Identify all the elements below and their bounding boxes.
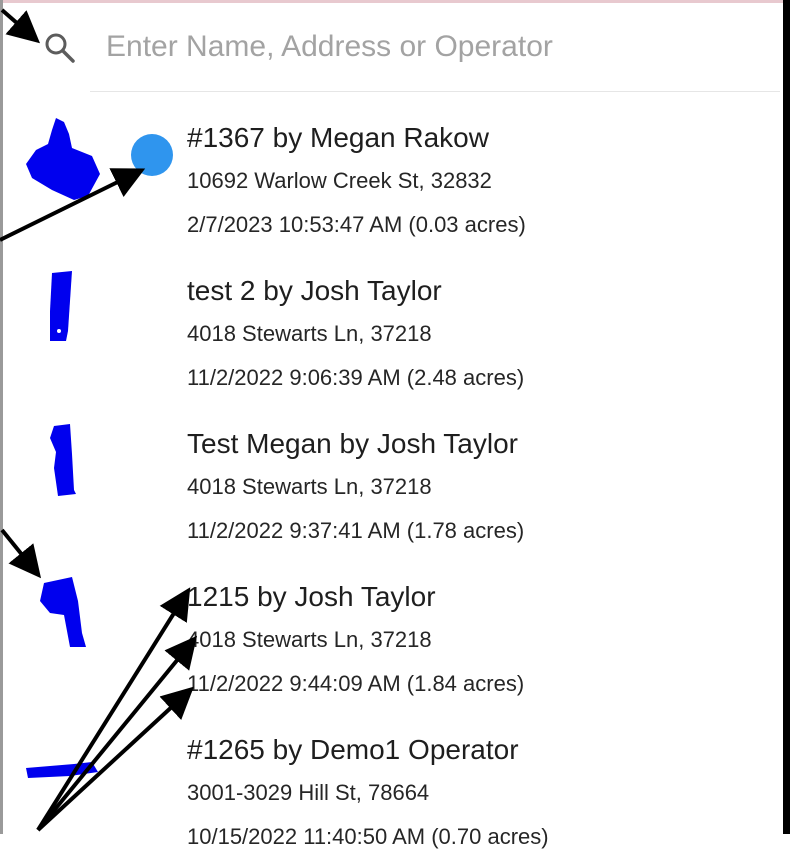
- list-item[interactable]: 1215 by Josh Taylor 4018 Stewarts Ln, 37…: [0, 559, 783, 712]
- list-item[interactable]: #1265 by Demo1 Operator 3001-3029 Hill S…: [0, 712, 783, 865]
- item-address: 4018 Stewarts Ln, 37218: [187, 627, 432, 652]
- list-item[interactable]: #1367 by Megan Rakow 10692 Warlow Creek …: [0, 100, 783, 253]
- selected-indicator: [131, 134, 173, 176]
- item-meta: 11/2/2022 9:44:09 AM (1.84 acres): [187, 671, 525, 696]
- search-divider: [90, 91, 780, 92]
- window-right-border: [783, 0, 790, 834]
- search-bar: [0, 0, 783, 92]
- item-address: 4018 Stewarts Ln, 37218: [187, 474, 432, 499]
- item-address: 10692 Warlow Creek St, 32832: [187, 168, 492, 193]
- field-polygon-thumbnail: [50, 424, 76, 496]
- field-polygon-thumbnail: [40, 577, 86, 647]
- item-meta: 10/15/2022 11:40:50 AM (0.70 acres): [187, 824, 549, 849]
- item-meta: 11/2/2022 9:37:41 AM (1.78 acres): [187, 518, 525, 543]
- item-title: 1215 by Josh Taylor: [187, 581, 436, 612]
- search-input[interactable]: [106, 22, 746, 72]
- field-polygon-thumbnail: [26, 762, 98, 778]
- item-title: #1367 by Megan Rakow: [187, 122, 489, 153]
- field-polygon-thumbnail: [50, 271, 72, 341]
- item-title: #1265 by Demo1 Operator: [187, 734, 519, 765]
- item-title: test 2 by Josh Taylor: [187, 275, 442, 306]
- search-icon[interactable]: [42, 30, 76, 64]
- item-title: Test Megan by Josh Taylor: [187, 428, 518, 459]
- item-address: 4018 Stewarts Ln, 37218: [187, 321, 432, 346]
- list-item[interactable]: test 2 by Josh Taylor 4018 Stewarts Ln, …: [0, 253, 783, 406]
- item-meta: 2/7/2023 10:53:47 AM (0.03 acres): [187, 212, 526, 237]
- item-address: 3001-3029 Hill St, 78664: [187, 780, 430, 805]
- list-item[interactable]: Test Megan by Josh Taylor 4018 Stewarts …: [0, 406, 783, 559]
- field-polygon-thumbnail: [26, 118, 100, 200]
- item-meta: 11/2/2022 9:06:39 AM (2.48 acres): [187, 365, 525, 390]
